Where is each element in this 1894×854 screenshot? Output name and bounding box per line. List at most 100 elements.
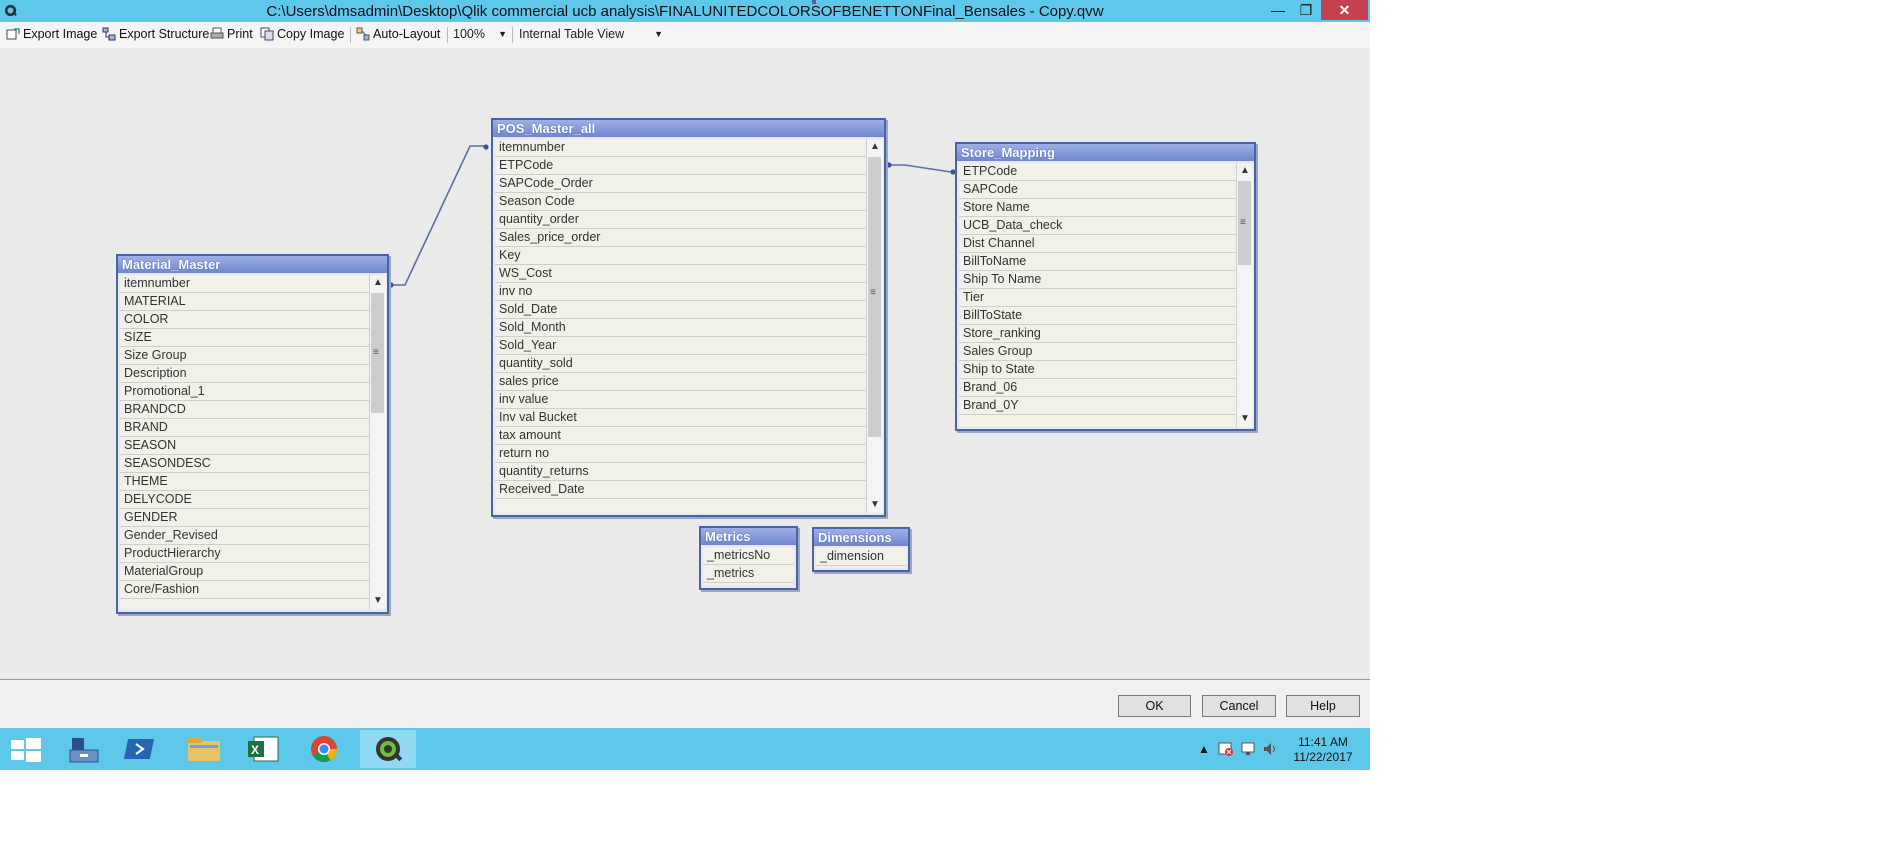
taskbar-qlikview[interactable] <box>360 730 416 768</box>
field-row[interactable]: ProductHierarchy <box>120 545 369 563</box>
field-list: itemnumber ETPCode SAPCode_Order Season … <box>495 139 866 513</box>
field-list: _metricsNo _metrics <box>703 547 794 585</box>
field-row[interactable]: BRAND <box>120 419 369 437</box>
table-metrics[interactable]: Metrics _metricsNo _metrics <box>699 526 798 590</box>
field-row[interactable]: DELYCODE <box>120 491 369 509</box>
field-row[interactable]: quantity_order <box>495 211 866 229</box>
field-row[interactable]: Ship To Name <box>959 271 1236 289</box>
field-row[interactable]: SAPCode_Order <box>495 175 866 193</box>
field-row[interactable]: Sold_Date <box>495 301 866 319</box>
field-row[interactable]: quantity_returns <box>495 463 866 481</box>
vertical-scrollbar[interactable]: ▲ ≡ ▼ <box>1236 163 1253 427</box>
field-row[interactable]: BRANDCD <box>120 401 369 419</box>
windows-start-button[interactable] <box>0 730 56 768</box>
field-list: _dimension <box>816 548 906 568</box>
field-row[interactable]: COLOR <box>120 311 369 329</box>
field-row[interactable]: Inv val Bucket <box>495 409 866 427</box>
server-manager-icon <box>69 738 99 763</box>
field-row[interactable]: Size Group <box>120 347 369 365</box>
table-material-master[interactable]: Material_Master itemnumber MATERIAL COLO… <box>116 254 389 614</box>
clock-date: 11/22/2017 <box>1293 750 1353 764</box>
network-icon[interactable] <box>1240 741 1256 760</box>
taskbar-excel[interactable]: X <box>236 730 292 768</box>
field-row[interactable]: Ship to State <box>959 361 1236 379</box>
field-row[interactable]: Sales_price_order <box>495 229 866 247</box>
field-row[interactable]: Received_Date <box>495 481 866 499</box>
help-button[interactable]: Help <box>1286 695 1360 717</box>
clock-time: 11:41 AM <box>1298 735 1348 749</box>
powershell-icon <box>123 739 155 759</box>
taskbar-chrome[interactable] <box>296 730 352 768</box>
field-row[interactable]: return no <box>495 445 866 463</box>
field-row[interactable]: Season Code <box>495 193 866 211</box>
field-row[interactable]: ETPCode <box>495 157 866 175</box>
field-row[interactable]: tax amount <box>495 427 866 445</box>
table-pos-master-all[interactable]: POS_Master_all itemnumber ETPCode SAPCod… <box>491 118 886 517</box>
field-row[interactable]: inv no <box>495 283 866 301</box>
field-row[interactable]: Sold_Month <box>495 319 866 337</box>
ok-button[interactable]: OK <box>1118 695 1191 717</box>
table-title: Store_Mapping <box>957 144 1254 161</box>
field-row[interactable]: WS_Cost <box>495 265 866 283</box>
scroll-down-icon[interactable]: ▼ <box>370 593 386 609</box>
field-row[interactable]: Core/Fashion <box>120 581 369 599</box>
field-row[interactable]: Dist Channel <box>959 235 1236 253</box>
field-row[interactable]: quantity_sold <box>495 355 866 373</box>
field-row[interactable]: BillToState <box>959 307 1236 325</box>
field-row[interactable]: BillToName <box>959 253 1236 271</box>
scroll-down-icon[interactable]: ▼ <box>1237 411 1253 427</box>
scroll-up-icon[interactable]: ▲ <box>370 275 386 291</box>
field-row[interactable]: Sold_Year <box>495 337 866 355</box>
link-endpoint <box>483 144 489 150</box>
scroll-up-icon[interactable]: ▲ <box>867 139 883 155</box>
scroll-down-icon[interactable]: ▼ <box>867 497 883 513</box>
field-row[interactable]: Description <box>120 365 369 383</box>
action-center-icon[interactable] <box>1218 741 1234 760</box>
field-list: ETPCode SAPCode Store Name UCB_Data_chec… <box>959 163 1236 427</box>
field-list: itemnumber MATERIAL COLOR SIZE Size Grou… <box>120 275 369 609</box>
field-row[interactable]: _dimension <box>816 548 906 566</box>
field-row[interactable]: SAPCode <box>959 181 1236 199</box>
field-row[interactable]: Gender_Revised <box>120 527 369 545</box>
taskbar-server-manager[interactable] <box>56 730 112 768</box>
field-row[interactable]: sales price <box>495 373 866 391</box>
field-row[interactable]: Promotional_1 <box>120 383 369 401</box>
field-row[interactable]: Tier <box>959 289 1236 307</box>
field-row[interactable]: MaterialGroup <box>120 563 369 581</box>
field-row[interactable]: Sales Group <box>959 343 1236 361</box>
field-row[interactable]: _metrics <box>703 565 794 583</box>
link-itemnumber <box>389 145 486 286</box>
folder-icon <box>188 738 220 761</box>
field-row[interactable]: itemnumber <box>495 139 866 157</box>
scroll-up-icon[interactable]: ▲ <box>1237 163 1253 179</box>
field-row[interactable]: UCB_Data_check <box>959 217 1236 235</box>
field-row[interactable]: MATERIAL <box>120 293 369 311</box>
field-row[interactable]: inv value <box>495 391 866 409</box>
field-row[interactable]: SEASONDESC <box>120 455 369 473</box>
vertical-scrollbar[interactable]: ▲ ≡ ▼ <box>369 275 386 609</box>
field-row[interactable]: THEME <box>120 473 369 491</box>
svg-text:X: X <box>251 743 259 757</box>
system-clock[interactable]: 11:41 AM 11/22/2017 <box>1288 735 1358 765</box>
vertical-scrollbar[interactable]: ▲ ≡ ▼ <box>866 139 883 513</box>
field-row[interactable]: Brand_0Y <box>959 397 1236 415</box>
field-row[interactable]: Store_ranking <box>959 325 1236 343</box>
field-row[interactable]: GENDER <box>120 509 369 527</box>
excel-icon: X <box>248 736 279 762</box>
show-hidden-icons-chevron-icon[interactable]: ▲ <box>1198 742 1210 756</box>
field-row[interactable]: itemnumber <box>120 275 369 293</box>
field-row[interactable]: _metricsNo <box>703 547 794 565</box>
table-dimensions[interactable]: Dimensions _dimension <box>812 527 910 572</box>
cancel-button[interactable]: Cancel <box>1202 695 1276 717</box>
field-row[interactable]: Store Name <box>959 199 1236 217</box>
taskbar-powershell[interactable] <box>116 730 172 768</box>
field-row[interactable]: Key <box>495 247 866 265</box>
field-row[interactable]: ETPCode <box>959 163 1236 181</box>
field-row[interactable]: Brand_06 <box>959 379 1236 397</box>
table-title: POS_Master_all <box>493 120 884 137</box>
field-row[interactable]: SEASON <box>120 437 369 455</box>
table-store-mapping[interactable]: Store_Mapping ETPCode SAPCode Store Name… <box>955 142 1256 431</box>
taskbar-file-explorer[interactable] <box>176 730 232 768</box>
volume-icon[interactable] <box>1262 741 1278 760</box>
field-row[interactable]: SIZE <box>120 329 369 347</box>
